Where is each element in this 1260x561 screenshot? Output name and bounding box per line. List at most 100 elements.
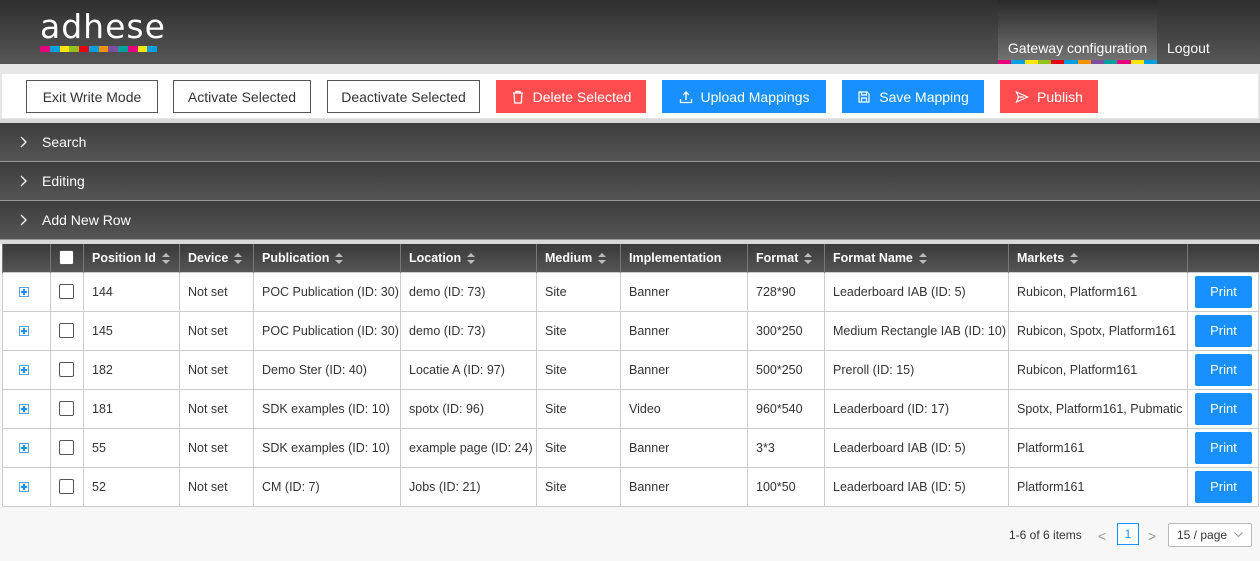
- row-checkbox[interactable]: [59, 440, 74, 456]
- column-header-label: Format Name: [833, 250, 913, 265]
- sort-icon: [234, 252, 243, 264]
- pagination-page-1[interactable]: 1: [1117, 523, 1139, 545]
- deactivate-selected-button[interactable]: Deactivate Selected: [327, 80, 480, 113]
- select-cell: [50, 388, 84, 429]
- adhese-logo[interactable]: adhese: [40, 10, 166, 52]
- cell-format-name: Leaderboard IAB (ID: 5): [824, 271, 1009, 312]
- table-row[interactable]: 145 Not set POC Publication (ID: 30) demo (…: [2, 310, 1259, 351]
- cell-position-id: 145: [83, 310, 180, 351]
- cell-location: example page (ID: 24): [400, 427, 537, 468]
- column-header-label: Markets: [1017, 250, 1065, 265]
- cell-implementation: Banner: [620, 310, 748, 351]
- cell-implementation: Banner: [620, 466, 748, 507]
- sort-icon: [1070, 252, 1079, 264]
- expand-row-icon[interactable]: [19, 287, 29, 298]
- column-header-medium[interactable]: Medium: [536, 244, 621, 272]
- expand-row-icon[interactable]: [19, 482, 29, 493]
- column-header-format-name[interactable]: Format Name: [824, 244, 1009, 272]
- sort-icon: [804, 252, 813, 264]
- logo-strip-segment: [98, 46, 109, 52]
- column-header-implementation[interactable]: Implementation: [620, 244, 748, 272]
- cell-markets: Platform161: [1008, 466, 1188, 507]
- activate-selected-button[interactable]: Activate Selected: [173, 80, 311, 113]
- panel-editing[interactable]: Editing: [0, 162, 1260, 201]
- expand-cell: [2, 466, 51, 507]
- cell-location: Locatie A (ID: 97): [400, 349, 537, 390]
- actions-cell: Print: [1187, 310, 1259, 351]
- cell-position-id: 144: [83, 271, 180, 312]
- row-checkbox[interactable]: [59, 479, 74, 495]
- delete-selected-button[interactable]: Delete Selected: [496, 80, 646, 113]
- sort-icon: [918, 252, 927, 264]
- pagination-next-button[interactable]: >: [1148, 528, 1156, 544]
- cell-medium: Site: [536, 427, 621, 468]
- expand-row-icon[interactable]: [19, 404, 29, 415]
- select-all-header: [50, 244, 84, 272]
- expand-row-icon[interactable]: [19, 326, 29, 337]
- cell-position-id: 181: [83, 388, 180, 429]
- table-row[interactable]: 55 Not set SDK examples (ID: 10) example pa…: [2, 427, 1259, 468]
- column-header-markets[interactable]: Markets: [1008, 244, 1188, 272]
- print-button[interactable]: Print: [1195, 314, 1252, 347]
- publish-button[interactable]: Publish: [1000, 80, 1098, 113]
- cell-medium: Site: [536, 310, 621, 351]
- exit-write-mode-button[interactable]: Exit Write Mode: [26, 80, 158, 113]
- column-header-label: Location: [409, 250, 462, 265]
- row-checkbox[interactable]: [59, 323, 74, 339]
- logo-strip-segment: [49, 46, 60, 52]
- cell-format-name: Medium Rectangle IAB (ID: 10): [824, 310, 1009, 351]
- expand-row-icon[interactable]: [19, 443, 29, 454]
- actions-cell: Print: [1187, 466, 1259, 507]
- column-header-position-id[interactable]: Position Id: [83, 244, 180, 272]
- table-row[interactable]: 182 Not set Demo Ster (ID: 40) Locatie A (I…: [2, 349, 1259, 390]
- save-mapping-button[interactable]: Save Mapping: [842, 80, 984, 113]
- cell-publication: Demo Ster (ID: 40): [253, 349, 401, 390]
- actions-cell: Print: [1187, 271, 1259, 312]
- expand-row-icon[interactable]: [19, 365, 29, 376]
- nav-logout[interactable]: Logout: [1167, 40, 1210, 56]
- table-row[interactable]: 52 Not set CM (ID: 7) Jobs (ID: 21) Site Bann…: [2, 466, 1259, 507]
- pagination-prev-button[interactable]: <: [1098, 528, 1106, 544]
- logo-strip-segment: [137, 46, 148, 52]
- column-header-label: Position Id: [92, 250, 156, 265]
- logo-strip-segment: [108, 46, 118, 52]
- cell-format: 3*3: [747, 427, 825, 468]
- cell-location: spotx (ID: 96): [400, 388, 537, 429]
- column-header-publication[interactable]: Publication: [253, 244, 401, 272]
- cell-publication: CM (ID: 7): [253, 466, 401, 507]
- column-header-format[interactable]: Format: [747, 244, 825, 272]
- print-button[interactable]: Print: [1195, 353, 1252, 386]
- cell-format: 500*250: [747, 349, 825, 390]
- row-checkbox[interactable]: [59, 362, 74, 378]
- panel-add-new-row[interactable]: Add New Row: [0, 201, 1260, 240]
- table-row[interactable]: 144 Not set POC Publication (ID: 30) demo (…: [2, 271, 1259, 312]
- select-all-checkbox[interactable]: [59, 250, 74, 266]
- upload-mappings-button[interactable]: Upload Mappings: [662, 80, 826, 113]
- cell-format: 300*250: [747, 310, 825, 351]
- mappings-table: Position Id Device Publication Location …: [2, 244, 1259, 507]
- print-button[interactable]: Print: [1195, 392, 1252, 425]
- column-header-device[interactable]: Device: [179, 244, 254, 272]
- cell-publication: SDK examples (ID: 10): [253, 427, 401, 468]
- row-checkbox[interactable]: [59, 401, 74, 417]
- cell-implementation: Banner: [620, 271, 748, 312]
- cell-medium: Site: [536, 388, 621, 429]
- select-cell: [50, 310, 84, 351]
- publish-label: Publish: [1037, 88, 1083, 105]
- save-mapping-label: Save Mapping: [879, 88, 969, 105]
- column-header-location[interactable]: Location: [400, 244, 537, 272]
- row-checkbox[interactable]: [59, 284, 74, 300]
- cell-device: Not set: [179, 310, 254, 351]
- nav-gateway-configuration[interactable]: Gateway configuration: [998, 0, 1157, 64]
- panel-search[interactable]: Search: [0, 123, 1260, 162]
- print-button[interactable]: Print: [1195, 431, 1252, 464]
- print-button[interactable]: Print: [1195, 470, 1252, 503]
- column-header-label: Format: [756, 250, 799, 265]
- table-row[interactable]: 181 Not set SDK examples (ID: 10) spotx (ID…: [2, 388, 1259, 429]
- page-size-select[interactable]: 15 / page: [1168, 523, 1252, 547]
- cell-markets: Rubicon, Platform161: [1008, 271, 1188, 312]
- logo-strip-segment: [40, 46, 50, 52]
- chevron-right-icon: [20, 214, 27, 226]
- print-button[interactable]: Print: [1195, 275, 1252, 308]
- cell-position-id: 52: [83, 466, 180, 507]
